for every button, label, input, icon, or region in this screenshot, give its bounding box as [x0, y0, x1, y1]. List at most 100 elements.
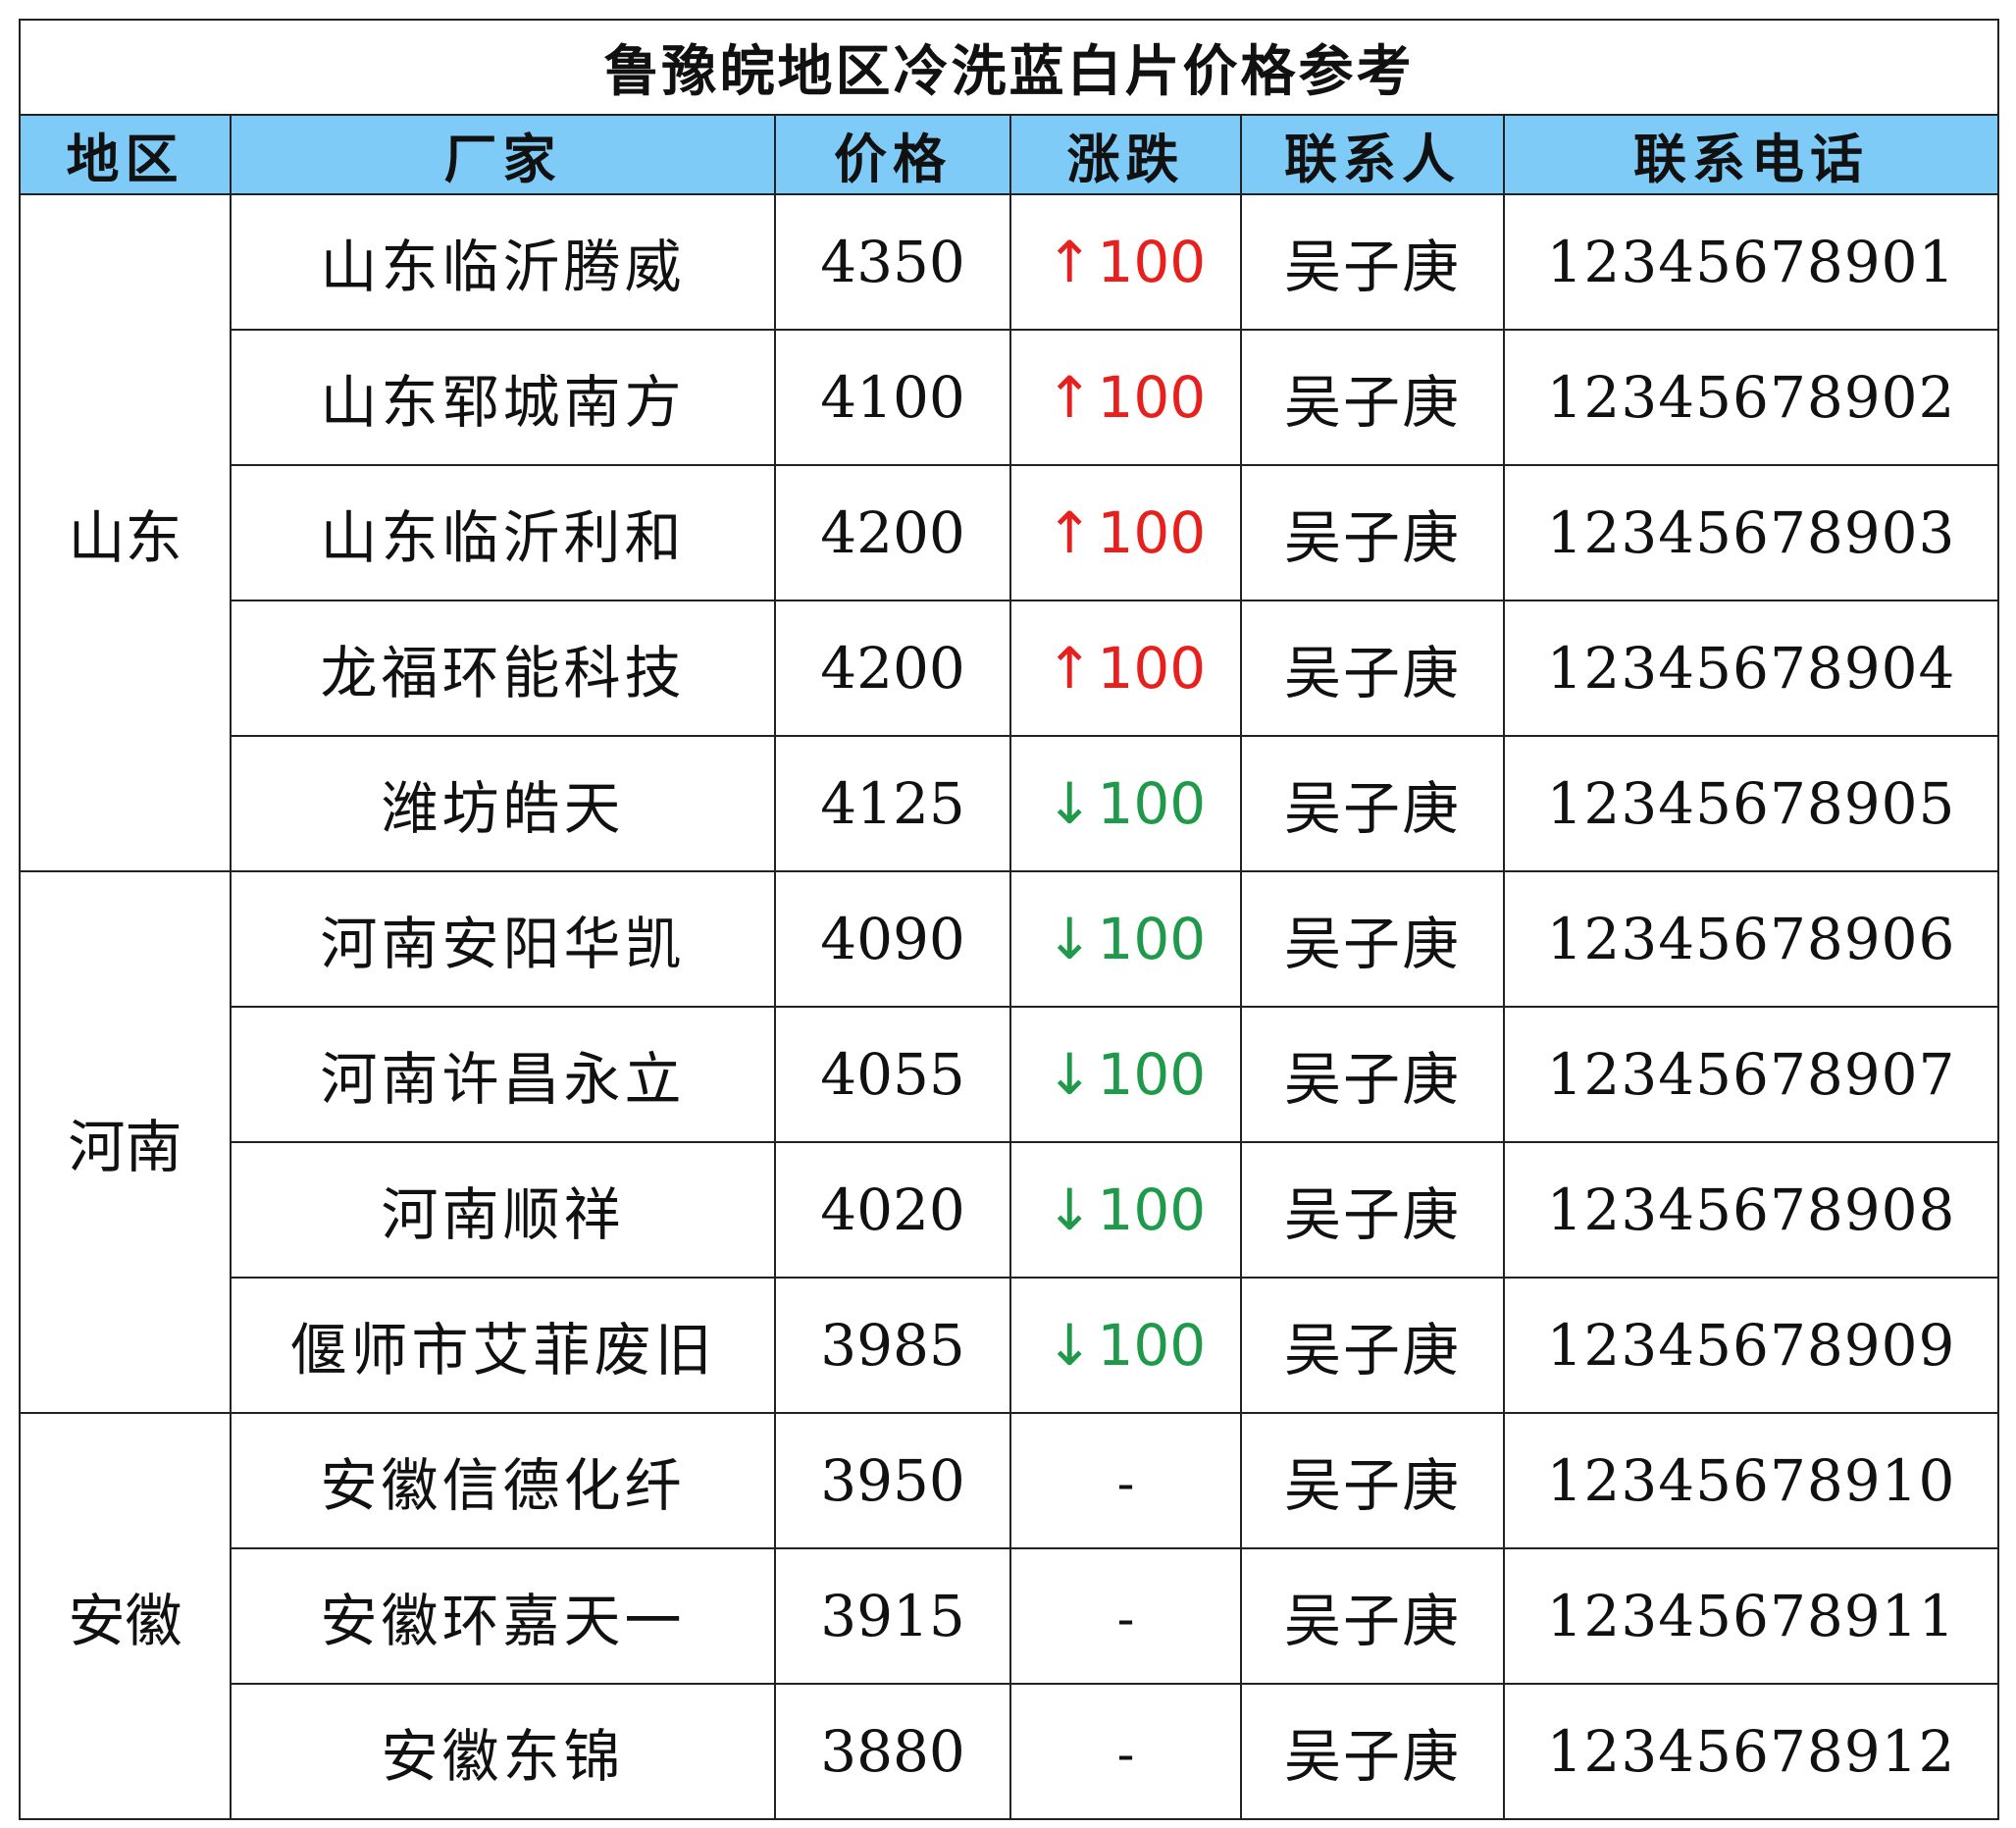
contact-cell: 吴子庚	[1240, 464, 1505, 601]
contact-cell: 吴子庚	[1240, 1412, 1505, 1549]
table-row: 龙福环能科技 4200 ↑100 吴子庚 12345678904	[20, 600, 1999, 737]
factory-cell: 安徽东锦	[230, 1683, 776, 1820]
up-arrow-icon: ↑	[1045, 499, 1094, 566]
phone-cell: 12345678901	[1503, 193, 1999, 331]
contact-cell: 吴子庚	[1240, 870, 1505, 1008]
phone-cell: 12345678912	[1503, 1683, 1999, 1820]
table-row: 山东临沂利和 4200 ↑100 吴子庚 12345678903	[20, 464, 1999, 601]
header-row: 地区 厂家 价格 涨跌 联系人 联系电话	[19, 114, 1999, 195]
table-row: 河南许昌永立 4055 ↓100 吴子庚 12345678907	[20, 1006, 1999, 1143]
contact-cell: 吴子庚	[1240, 1277, 1505, 1414]
contact-cell: 吴子庚	[1240, 1683, 1505, 1820]
region-cell-anhui: 安徽	[19, 1412, 232, 1820]
header-phone: 联系电话	[1503, 114, 1999, 195]
change-amount: 100	[1097, 229, 1207, 295]
change-cell: ↓100	[1009, 1006, 1242, 1143]
contact-cell: 吴子庚	[1240, 193, 1505, 331]
table-row: 河南顺祥 4020 ↓100 吴子庚 12345678908	[20, 1141, 1999, 1279]
factory-cell: 潍坊皓天	[230, 735, 776, 872]
change-amount: 100	[1097, 1041, 1207, 1108]
change-cell: ↑100	[1009, 329, 1242, 466]
contact-cell: 吴子庚	[1240, 735, 1505, 872]
change-amount: 100	[1097, 1312, 1207, 1379]
table-row: 偃师市艾菲废旧 3985 ↓100 吴子庚 12345678909	[20, 1277, 1999, 1414]
header-contact: 联系人	[1240, 114, 1505, 195]
up-arrow-icon: ↑	[1045, 364, 1094, 431]
price-cell: 3915	[774, 1547, 1011, 1685]
down-arrow-icon: ↓	[1045, 1312, 1094, 1379]
change-cell: ↓100	[1009, 1141, 1242, 1279]
down-arrow-icon: ↓	[1045, 906, 1094, 972]
table-row: 山东 山东临沂腾威 4350 ↑100 吴子庚 12345678901	[19, 193, 1999, 872]
factory-cell: 偃师市艾菲废旧	[230, 1277, 776, 1414]
header-price: 价格	[774, 114, 1011, 195]
change-amount: -	[1116, 1591, 1135, 1647]
change-cell: -	[1009, 1683, 1242, 1820]
contact-cell: 吴子庚	[1240, 1141, 1505, 1279]
header-change: 涨跌	[1009, 114, 1242, 195]
price-cell: 4350	[774, 193, 1011, 331]
phone-cell: 12345678911	[1503, 1547, 1999, 1685]
factory-cell: 河南安阳华凯	[230, 870, 776, 1008]
down-arrow-icon: ↓	[1045, 1041, 1094, 1108]
change-cell: ↑100	[1009, 193, 1242, 331]
factory-cell: 河南顺祥	[230, 1141, 776, 1279]
header-region: 地区	[19, 114, 232, 195]
factory-cell: 河南许昌永立	[230, 1006, 776, 1143]
phone-cell: 12345678910	[1503, 1412, 1999, 1549]
factory-cell: 安徽环嘉天一	[230, 1547, 776, 1685]
change-amount: -	[1116, 1455, 1135, 1512]
change-cell: ↑100	[1009, 464, 1242, 601]
phone-cell: 12345678902	[1503, 329, 1999, 466]
price-cell: 4125	[774, 735, 1011, 872]
price-cell: 3985	[774, 1277, 1011, 1414]
down-arrow-icon: ↓	[1045, 770, 1094, 837]
change-cell: -	[1009, 1412, 1242, 1549]
phone-cell: 12345678909	[1503, 1277, 1999, 1414]
header-factory: 厂家	[230, 114, 776, 195]
change-cell: ↓100	[1009, 870, 1242, 1008]
change-amount: 100	[1097, 499, 1207, 566]
price-table: 鲁豫皖地区冷洗蓝白片价格参考 地区 厂家 价格 涨跌 联系人 联系电话 山东 山…	[19, 19, 1999, 1820]
contact-cell: 吴子庚	[1240, 1006, 1505, 1143]
table-row: 河南 河南安阳华凯 4090 ↓100 吴子庚 12345678906	[19, 870, 1999, 1414]
table-row: 安徽东锦 3880 - 吴子庚 12345678912	[20, 1683, 1999, 1820]
price-cell: 4055	[774, 1006, 1011, 1143]
phone-cell: 12345678906	[1503, 870, 1999, 1008]
price-cell: 4200	[774, 464, 1011, 601]
change-cell: ↓100	[1009, 735, 1242, 872]
change-amount: 100	[1097, 1176, 1207, 1243]
price-cell: 3950	[774, 1412, 1011, 1549]
phone-cell: 12345678908	[1503, 1141, 1999, 1279]
up-arrow-icon: ↑	[1045, 229, 1094, 295]
down-arrow-icon: ↓	[1045, 1176, 1094, 1243]
factory-cell: 山东临沂利和	[230, 464, 776, 601]
change-amount: -	[1116, 1726, 1135, 1783]
phone-cell: 12345678907	[1503, 1006, 1999, 1143]
price-cell: 3880	[774, 1683, 1011, 1820]
factory-cell: 山东郓城南方	[230, 329, 776, 466]
table-row: 山东郓城南方 4100 ↑100 吴子庚 12345678902	[20, 329, 1999, 466]
table-row: 潍坊皓天 4125 ↓100 吴子庚 12345678905	[20, 735, 1999, 872]
change-amount: 100	[1097, 906, 1207, 972]
factory-cell: 龙福环能科技	[230, 600, 776, 737]
change-cell: ↑100	[1009, 600, 1242, 737]
title-row: 鲁豫皖地区冷洗蓝白片价格参考	[19, 19, 1999, 116]
contact-cell: 吴子庚	[1240, 329, 1505, 466]
phone-cell: 12345678904	[1503, 600, 1999, 737]
phone-cell: 12345678905	[1503, 735, 1999, 872]
table-row: 安徽 安徽信德化纤 3950 - 吴子庚 12345678910	[19, 1412, 1999, 1820]
region-cell-henan: 河南	[19, 870, 232, 1414]
price-cell: 4090	[774, 870, 1011, 1008]
price-cell: 4100	[774, 329, 1011, 466]
factory-cell: 山东临沂腾威	[230, 193, 776, 331]
phone-cell: 12345678903	[1503, 464, 1999, 601]
change-cell: -	[1009, 1547, 1242, 1685]
up-arrow-icon: ↑	[1045, 635, 1094, 702]
price-cell: 4020	[774, 1141, 1011, 1279]
contact-cell: 吴子庚	[1240, 600, 1505, 737]
change-amount: 100	[1097, 635, 1207, 702]
price-cell: 4200	[774, 600, 1011, 737]
change-amount: 100	[1097, 770, 1207, 837]
contact-cell: 吴子庚	[1240, 1547, 1505, 1685]
